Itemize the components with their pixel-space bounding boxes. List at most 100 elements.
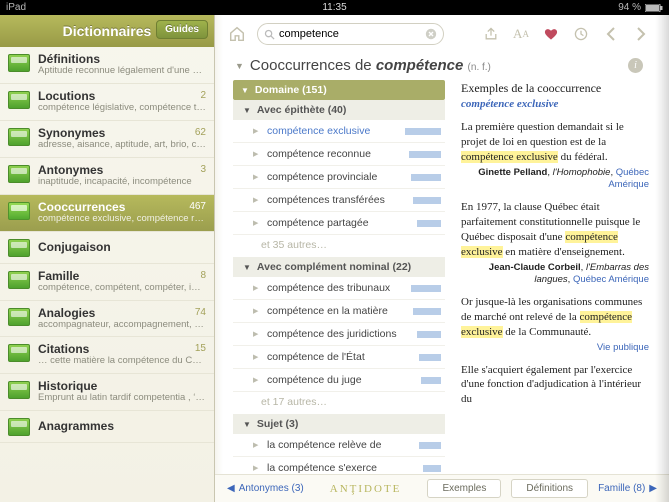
cooccurrence-label: compétence partagée bbox=[267, 217, 411, 229]
info-icon[interactable]: i bbox=[628, 58, 643, 73]
sidebar-item-title: Définitions bbox=[38, 52, 206, 66]
sidebar-item-sub: … cette matière la compétence du Conseil… bbox=[38, 356, 206, 367]
cooccurrence-row[interactable]: ▶compétence reconnue bbox=[233, 143, 445, 166]
sidebar-list: DéfinitionsAptitude reconnue légalement … bbox=[0, 47, 214, 502]
more-link[interactable]: et 17 autres… bbox=[233, 392, 445, 414]
clear-search-icon[interactable] bbox=[425, 28, 437, 40]
status-device: iPad bbox=[6, 2, 26, 13]
footer-next-link[interactable]: Famille (8) ▶ bbox=[598, 483, 657, 494]
chevron-down-icon: ▼ bbox=[241, 86, 249, 95]
tab-examples[interactable]: Exemples bbox=[427, 479, 501, 498]
chevron-down-icon: ▼ bbox=[243, 106, 251, 115]
sidebar-item-anagrammes[interactable]: Anagrammes bbox=[0, 411, 214, 443]
favorite-icon[interactable] bbox=[541, 24, 561, 44]
heading-pos: (n. f.) bbox=[468, 62, 491, 73]
book-icon bbox=[8, 271, 30, 289]
sidebar-item-title: Cooccurrences bbox=[38, 200, 206, 214]
cooccurrence-label: compétence provinciale bbox=[267, 171, 405, 183]
sidebar-item-title: Citations bbox=[38, 342, 206, 356]
example-source: Ginette Pelland, l'Homophobie, Québec Am… bbox=[461, 167, 649, 193]
sidebar-item-sub: Emprunt au latin tardif competentia , ‘r… bbox=[38, 393, 206, 404]
chevron-right-icon: ▶ bbox=[253, 353, 261, 361]
cooccurrence-row[interactable]: ▶la compétence relève de bbox=[233, 434, 445, 457]
group-label: Avec épithète (40) bbox=[257, 104, 346, 116]
sidebar-item-sub: accompagnateur, accompagnement, activité… bbox=[38, 320, 206, 331]
cooccurrence-row[interactable]: ▶compétence provinciale bbox=[233, 166, 445, 189]
footer-prev-link[interactable]: ◀ Antonymes (3) bbox=[227, 483, 304, 494]
frequency-bar bbox=[419, 354, 441, 361]
history-icon[interactable] bbox=[571, 24, 591, 44]
sidebar-item-cooccurrences[interactable]: Cooccurrencescompétence exclusive, compé… bbox=[0, 195, 214, 232]
brand-logo: ANŢIDOTE bbox=[314, 483, 418, 495]
cooccurrence-row[interactable]: ▶compétence du juge bbox=[233, 369, 445, 392]
sidebar-item-sub: compétence, compétent, compéter, immunoc… bbox=[38, 283, 206, 294]
cooccurrence-row[interactable]: ▶compétence des juridictions bbox=[233, 323, 445, 346]
cooccurrence-row[interactable]: ▶la compétence s'exerce bbox=[233, 457, 445, 474]
tab-definitions[interactable]: Définitions bbox=[511, 479, 588, 498]
cooccurrence-label: la compétence s'exerce bbox=[267, 462, 417, 474]
more-link[interactable]: et 35 autres… bbox=[233, 235, 445, 257]
search-input[interactable] bbox=[279, 28, 421, 40]
sidebar-item-famille[interactable]: Famillecompétence, compétent, compéter, … bbox=[0, 264, 214, 301]
frequency-bar bbox=[417, 220, 441, 227]
search-icon bbox=[264, 29, 275, 40]
sidebar-item-citations[interactable]: Citations… cette matière la compétence d… bbox=[0, 337, 214, 374]
heading-prefix: Cooccurrences de bbox=[250, 57, 372, 74]
guides-button[interactable]: Guides bbox=[156, 20, 208, 39]
group-label: Sujet (3) bbox=[257, 418, 298, 430]
book-icon bbox=[8, 165, 30, 183]
share-icon[interactable] bbox=[481, 24, 501, 44]
book-icon bbox=[8, 54, 30, 72]
sidebar-item-locutions[interactable]: Locutionscompétence législative, compéte… bbox=[0, 84, 214, 121]
group-header[interactable]: ▼ Avec épithète (40) bbox=[233, 100, 445, 120]
cooccurrence-row[interactable]: ▶ compétence exclusive bbox=[233, 120, 445, 143]
group-header[interactable]: ▼Avec complément nominal (22) bbox=[233, 257, 445, 277]
sidebar-item-antonymes[interactable]: Antonymesinaptitude, incapacité, incompé… bbox=[0, 158, 214, 195]
book-icon bbox=[8, 381, 30, 399]
cooccurrence-label: compétence en la matière bbox=[267, 305, 407, 317]
nav-forward-icon[interactable] bbox=[631, 24, 651, 44]
sidebar-item-sub: inaptitude, incapacité, incompétence bbox=[38, 177, 206, 188]
cooccurrence-row[interactable]: ▶compétences transférées bbox=[233, 189, 445, 212]
source-link[interactable]: Québec Amérique bbox=[608, 167, 649, 191]
search-field[interactable] bbox=[257, 23, 444, 45]
frequency-bar bbox=[411, 174, 441, 181]
sidebar-item-analogies[interactable]: Analogiesaccompagnateur, accompagnement,… bbox=[0, 301, 214, 338]
sidebar-item-sub: adresse, aisance, aptitude, art, brio, c… bbox=[38, 140, 206, 151]
sidebar-item-count: 15 bbox=[195, 343, 206, 354]
source-link[interactable]: Vie publique bbox=[597, 342, 649, 353]
main-pane: AA ▼ Cooccurrences de compétence (n. f.)… bbox=[215, 15, 669, 502]
cooccurrence-label: compétence exclusive bbox=[267, 125, 399, 137]
examples-title: Exemples de la cooccurrence bbox=[461, 80, 649, 96]
nav-back-icon[interactable] bbox=[601, 24, 621, 44]
domain-header[interactable]: ▼Domaine (151) bbox=[233, 80, 445, 100]
sidebar-item-historique[interactable]: HistoriqueEmprunt au latin tardif compet… bbox=[0, 374, 214, 411]
chevron-right-icon: ▶ bbox=[253, 150, 261, 158]
cooccurrence-row[interactable]: ▶compétence de l'État bbox=[233, 346, 445, 369]
cooccurrence-row[interactable]: ▶compétence des tribunaux bbox=[233, 277, 445, 300]
book-icon bbox=[8, 91, 30, 109]
frequency-bar bbox=[419, 442, 441, 449]
home-icon[interactable] bbox=[227, 24, 247, 44]
sidebar-item-count: 74 bbox=[195, 307, 206, 318]
status-battery: 94 % bbox=[618, 2, 641, 13]
group-header[interactable]: ▼Sujet (3) bbox=[233, 414, 445, 434]
sidebar-item-définitions[interactable]: DéfinitionsAptitude reconnue légalement … bbox=[0, 47, 214, 84]
chevron-right-icon: ▶ bbox=[253, 127, 261, 135]
cooccurrence-row[interactable]: ▶compétence en la matière bbox=[233, 300, 445, 323]
frequency-bar bbox=[423, 465, 441, 472]
sidebar-item-synonymes[interactable]: Synonymesadresse, aisance, aptitude, art… bbox=[0, 121, 214, 158]
sidebar-item-title: Conjugaison bbox=[38, 237, 206, 257]
collapse-heading-icon[interactable]: ▼ bbox=[235, 61, 244, 71]
page-heading: ▼ Cooccurrences de compétence (n. f.) i bbox=[215, 53, 669, 80]
sidebar-item-sub: Aptitude reconnue légalement d'une autor… bbox=[38, 66, 206, 77]
frequency-bar bbox=[409, 151, 441, 158]
sidebar-item-conjugaison[interactable]: Conjugaison bbox=[0, 232, 214, 264]
heading-text: Cooccurrences de compétence (n. f.) bbox=[250, 57, 491, 74]
frequency-bar bbox=[417, 331, 441, 338]
cooccurrence-row[interactable]: ▶compétence partagée bbox=[233, 212, 445, 235]
source-link[interactable]: Québec Amérique bbox=[573, 274, 649, 285]
example-block: Or jusque-là les organisations communes … bbox=[461, 295, 649, 340]
text-size-icon[interactable]: AA bbox=[511, 24, 531, 44]
heading-word: compétence bbox=[376, 57, 464, 74]
